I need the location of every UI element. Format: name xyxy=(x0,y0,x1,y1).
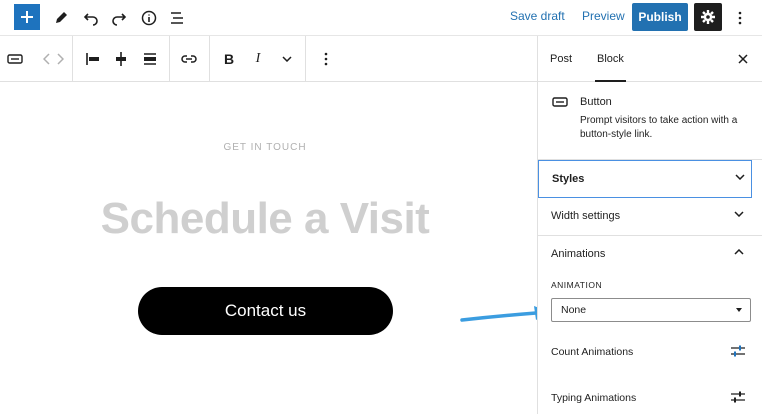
caret-down-icon xyxy=(736,308,742,312)
typing-animations-label: Typing Animations xyxy=(551,392,637,404)
justify-space-button[interactable] xyxy=(139,48,161,70)
justify-stretch-icon xyxy=(144,53,156,65)
sliders-icon[interactable] xyxy=(730,344,746,358)
panel-title: Width settings xyxy=(551,210,621,222)
publish-button[interactable]: Publish xyxy=(632,3,688,31)
sliders-icon[interactable] xyxy=(730,390,746,404)
styles-panel-toggle[interactable]: Styles xyxy=(538,160,752,198)
bold-button[interactable]: B xyxy=(218,48,240,70)
list-view-icon xyxy=(171,12,183,24)
width-settings-panel-toggle[interactable]: Width settings xyxy=(538,198,762,236)
more-formatting-button[interactable] xyxy=(276,48,298,70)
panel-title: Styles xyxy=(552,173,585,185)
eyebrow-text[interactable]: GET IN TOUCH xyxy=(0,142,530,153)
sidebar-tabs: Post Block xyxy=(538,36,762,82)
options-menu-button[interactable] xyxy=(730,7,750,29)
redo-icon xyxy=(112,13,127,26)
undo-icon xyxy=(83,13,98,26)
info-icon xyxy=(141,10,157,26)
vertical-ellipsis-icon xyxy=(738,11,742,25)
justify-left-icon xyxy=(86,53,99,65)
tab-block[interactable]: Block xyxy=(595,36,626,82)
block-toolbar: B I xyxy=(0,36,538,82)
preview-button[interactable]: Preview xyxy=(582,9,625,23)
editor-canvas: GET IN TOUCH Schedule a Visit Contact us xyxy=(0,82,550,414)
count-animations-label: Count Animations xyxy=(551,346,634,358)
chevron-down-icon xyxy=(735,174,745,180)
block-card-description: Prompt visitors to take action with a bu… xyxy=(580,115,738,140)
block-card: Button Prompt visitors to take action wi… xyxy=(538,82,762,160)
animation-select[interactable]: None xyxy=(551,298,751,322)
pencil-icon xyxy=(56,12,67,23)
link-button[interactable] xyxy=(178,48,200,70)
toolbar-divider xyxy=(305,36,306,82)
italic-button[interactable]: I xyxy=(247,48,269,70)
tab-post[interactable]: Post xyxy=(550,36,572,82)
link-icon xyxy=(181,55,197,63)
toolbar-divider xyxy=(169,36,170,82)
block-card-title: Button xyxy=(580,96,612,108)
close-sidebar-button[interactable] xyxy=(734,50,752,68)
redo-button[interactable] xyxy=(108,7,130,29)
settings-sidebar: Post Block Button Prompt visitors to tak… xyxy=(537,36,762,414)
close-icon xyxy=(738,54,748,64)
plus-icon xyxy=(21,11,33,23)
toolbar-divider xyxy=(72,36,73,82)
animation-label: ANIMATION xyxy=(551,280,603,290)
chevron-right-icon xyxy=(57,53,64,65)
justify-left-button[interactable] xyxy=(82,48,104,70)
vertical-ellipsis-icon xyxy=(324,52,328,66)
toolbar-divider xyxy=(209,36,210,82)
chevron-up-icon[interactable] xyxy=(734,249,744,255)
justify-center-button[interactable] xyxy=(110,48,132,70)
page-heading[interactable]: Schedule a Visit xyxy=(0,194,530,244)
button-block-icon xyxy=(7,54,23,64)
undo-button[interactable] xyxy=(80,7,102,29)
editor-header: Save draft Preview Publish xyxy=(0,0,762,36)
block-type-button[interactable] xyxy=(4,48,26,70)
tools-pencil-button[interactable] xyxy=(50,7,72,29)
justify-center-icon xyxy=(116,52,126,66)
button-block-icon xyxy=(552,97,568,107)
animation-selected-value: None xyxy=(561,304,587,316)
move-right-button[interactable] xyxy=(49,48,71,70)
gear-icon xyxy=(701,10,715,24)
save-draft-button[interactable]: Save draft xyxy=(510,9,565,23)
details-button[interactable] xyxy=(138,7,160,29)
animations-panel: Animations ANIMATION None Count Animatio… xyxy=(538,236,762,414)
add-block-button[interactable] xyxy=(14,4,40,30)
chevron-down-icon xyxy=(282,56,292,62)
panel-title[interactable]: Animations xyxy=(551,248,605,260)
block-options-button[interactable] xyxy=(315,48,337,70)
contact-us-button-block[interactable]: Contact us xyxy=(138,287,393,335)
settings-button[interactable] xyxy=(694,3,722,31)
list-view-button[interactable] xyxy=(166,7,188,29)
chevron-down-icon xyxy=(734,211,744,217)
